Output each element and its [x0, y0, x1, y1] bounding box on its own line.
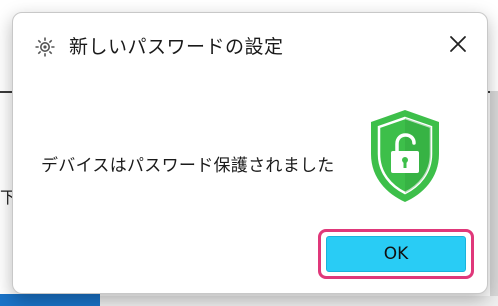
close-icon: [448, 34, 468, 58]
ok-button[interactable]: OK: [326, 236, 466, 272]
shield-unlocked-padlock-icon: [367, 108, 443, 204]
close-button[interactable]: [443, 31, 473, 61]
password-set-dialog: 新しいパスワードの設定 デバイスはパスワード保護されました OK: [12, 12, 488, 294]
dialog-titlebar: 新しいパスワードの設定: [13, 13, 487, 75]
background-window-side: [490, 91, 498, 306]
background-bottom-area: [100, 296, 498, 306]
settings-gear-icon: [33, 35, 57, 59]
dialog-message: デバイスはパスワード保護されました: [41, 156, 335, 176]
dialog-title: 新しいパスワードの設定: [69, 36, 284, 58]
background-taskbar-fragment: [0, 294, 100, 306]
